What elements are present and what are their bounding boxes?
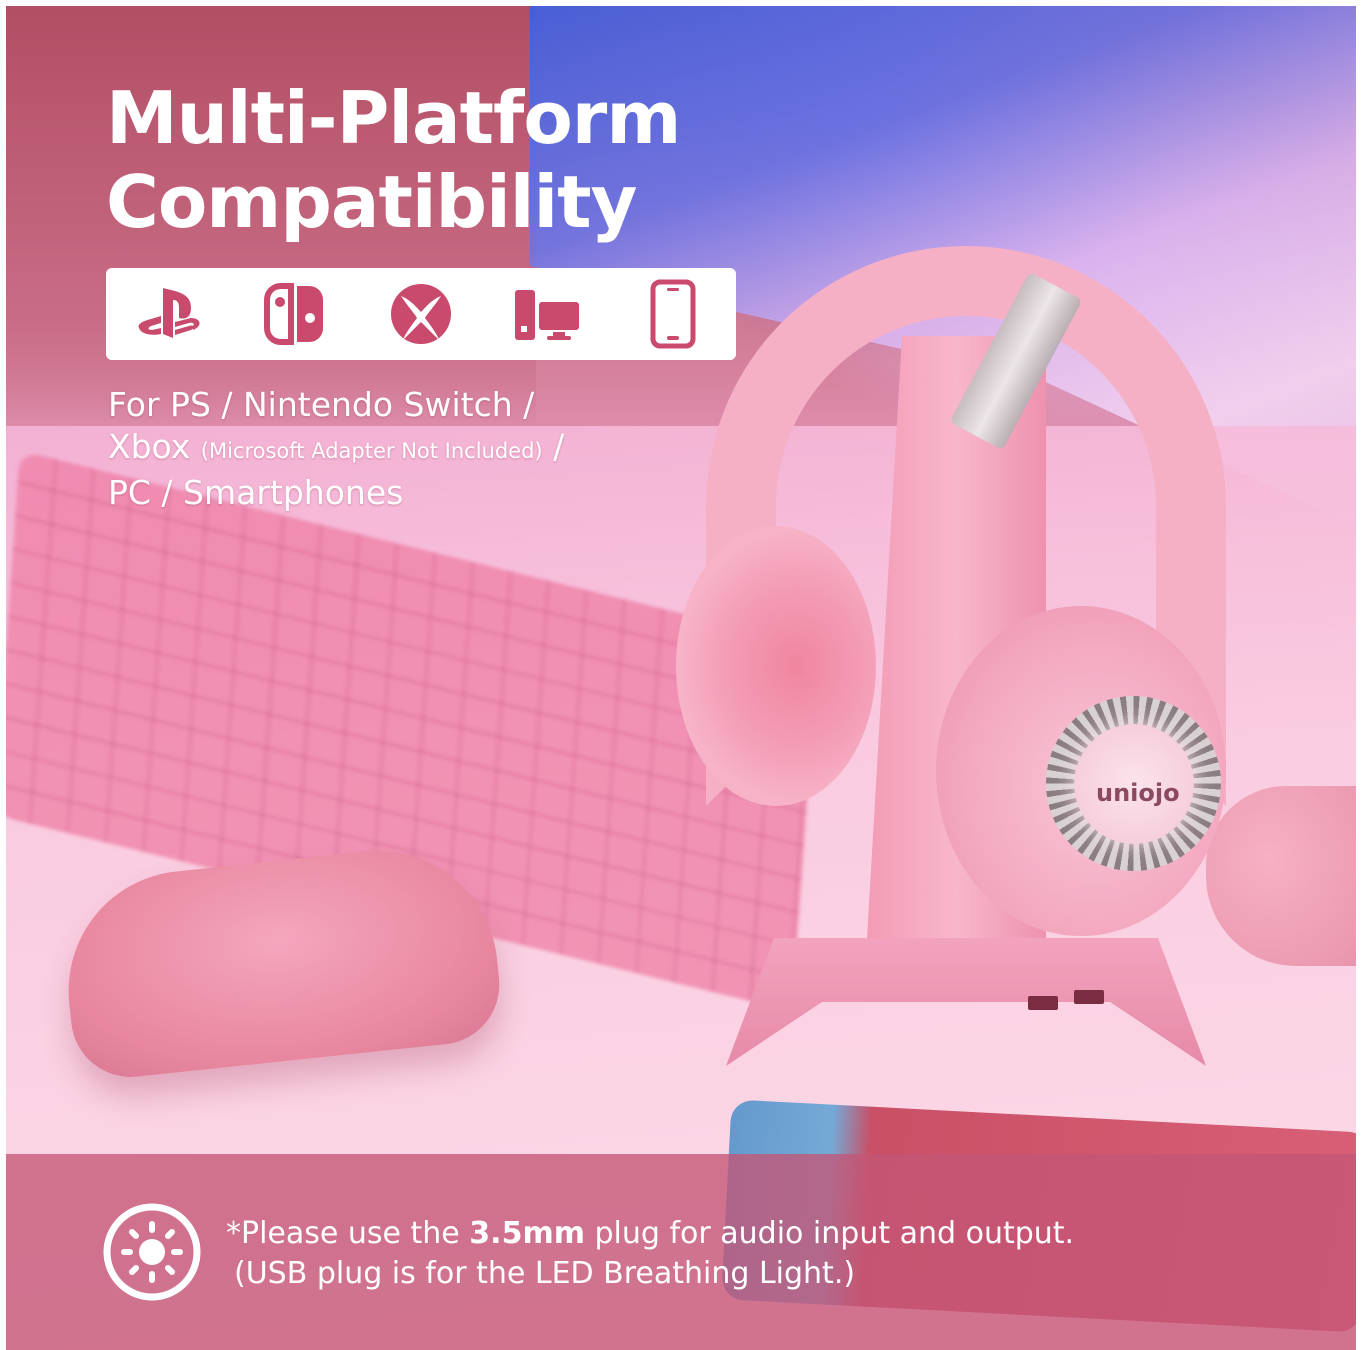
compatibility-line3: PC / Smartphones (108, 473, 404, 512)
smartphone-icon (650, 279, 696, 349)
notice-emphasis: 3.5mm (469, 1216, 585, 1251)
compatibility-line2: Xbox (Microsoft Adapter Not Included) / (108, 426, 564, 472)
compatibility-text: For PS / Nintendo Switch / Xbox (Microso… (108, 384, 564, 514)
headset-left-earcup (676, 526, 876, 806)
notice-suffix: plug for audio input and output. (584, 1216, 1075, 1251)
headline: Multi-Platform Compatibility (106, 76, 681, 244)
xbox-icon (391, 284, 451, 344)
notice-prefix: *Please use the (226, 1216, 470, 1251)
adapter-note: (Microsoft Adapter Not Included) (200, 439, 543, 463)
usb-port (1028, 996, 1058, 1010)
notice-line2: (USB plug is for the LED Breathing Light… (234, 1256, 856, 1291)
pc-icon (515, 290, 579, 340)
brand-logo: uniojo (1096, 779, 1180, 807)
usb-port (1074, 990, 1104, 1004)
product-image: uniojo Multi-Platform Compatibility For … (6, 6, 1356, 1350)
compatibility-line1: For PS / Nintendo Switch / (108, 385, 535, 424)
nintendo-switch-icon (264, 283, 323, 345)
xbox-label: Xbox (108, 427, 191, 466)
notice-line1: *Please use the 3.5mm plug for audio inp… (226, 1214, 1074, 1254)
platform-icons-bar (106, 268, 736, 360)
headline-line2: Compatibility (106, 160, 637, 244)
notice-text: *Please use the 3.5mm plug for audio inp… (226, 1214, 1074, 1294)
light-icon (103, 1203, 201, 1301)
separator: / (542, 427, 565, 466)
playstation-icon (138, 288, 200, 338)
headline-line1: Multi-Platform (106, 76, 681, 160)
